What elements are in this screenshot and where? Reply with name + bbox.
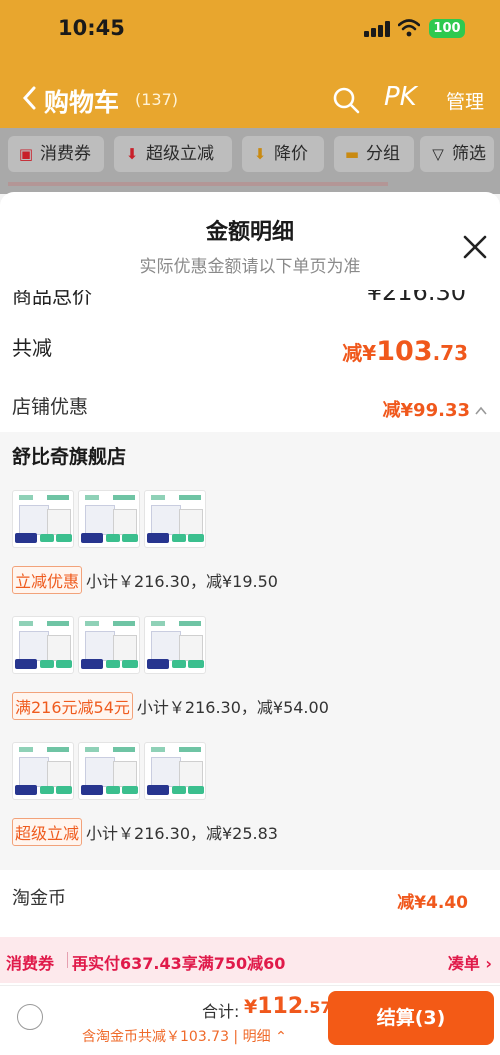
product-thumbnail[interactable] bbox=[12, 616, 74, 674]
product-thumbnail[interactable] bbox=[12, 490, 74, 548]
shop-discount-toggle[interactable]: 减¥99.33 bbox=[383, 396, 488, 422]
coupon-banner-divider bbox=[67, 952, 68, 968]
page-title: 购物车 bbox=[44, 88, 120, 117]
discount-group: 满216元减54元 小计￥216.30，减¥54.00 bbox=[12, 616, 492, 720]
filter-icon: ▽ bbox=[432, 145, 444, 163]
arrow-down-icon: ⬇ bbox=[125, 145, 139, 163]
total-discount-label: 共减 bbox=[12, 336, 52, 360]
chevron-up-icon bbox=[475, 406, 487, 415]
total-label: 合计: bbox=[202, 1002, 240, 1021]
discount-group: 立减优惠 小计￥216.30，减¥19.50 bbox=[12, 490, 492, 594]
promo-summary: 小计￥216.30，减¥19.50 bbox=[86, 572, 278, 591]
coupon-icon: ▣ bbox=[18, 145, 34, 163]
product-thumbnail[interactable] bbox=[144, 490, 206, 548]
product-thumbnail[interactable] bbox=[144, 742, 206, 800]
shop-discount-panel: 舒比奇旗舰店 立减优惠 小计￥216.30，减¥19.50 满216元减54元 小计… bbox=[0, 432, 500, 870]
add-items-link[interactable]: 凑单 › bbox=[448, 950, 492, 974]
coupon-banner-message: 再实付637.43享满750减60 bbox=[72, 954, 286, 973]
checkout-button[interactable]: 结算(3) bbox=[328, 991, 494, 1045]
promo-line: 超级立减 小计￥216.30，减¥25.83 bbox=[12, 818, 278, 846]
discount-group: 超级立减 小计￥216.30，减¥25.83 bbox=[12, 742, 492, 846]
app-header: 10:45 100 购物车 (137) PK 管理 bbox=[0, 0, 500, 128]
goods-total-row: 商品总价 ¥216.30 bbox=[0, 290, 500, 310]
promo-badge: 满216元减54元 bbox=[12, 692, 133, 720]
cart-count: (137) bbox=[135, 90, 179, 109]
status-bar: 10:45 100 bbox=[0, 14, 500, 44]
product-thumbnail[interactable] bbox=[12, 742, 74, 800]
coin-label: 淘金币 bbox=[12, 888, 66, 909]
filter-chip-group[interactable]: ▬ 分组 bbox=[334, 136, 414, 172]
filter-bar: ▣ 消费券 ⬇ 超级立减 ⬇ 降价 ▬ 分组 ▽ 筛选 bbox=[0, 128, 500, 180]
promo-summary: 小计￥216.30，减¥54.00 bbox=[136, 698, 329, 717]
manage-button[interactable]: 管理 bbox=[446, 87, 484, 114]
discount-detail-link[interactable]: 含淘金币共减￥103.73 | 明细 ⌃ bbox=[82, 1026, 287, 1046]
promo-badge: 超级立减 bbox=[12, 818, 83, 846]
price-drop-icon: ⬇ bbox=[253, 145, 267, 163]
total-discount-value: 减¥103.73 bbox=[342, 336, 468, 367]
checkout-bar: 合计: ¥112.57 含淘金币共减￥103.73 | 明细 ⌃ 结算(3) bbox=[0, 985, 500, 1055]
promo-summary: 小计￥216.30，减¥25.83 bbox=[86, 824, 278, 843]
promo-line: 立减优惠 小计￥216.30，减¥19.50 bbox=[12, 566, 278, 594]
wifi-icon bbox=[398, 19, 420, 37]
cellular-signal-icon bbox=[364, 21, 390, 37]
back-arrow-icon[interactable] bbox=[20, 84, 40, 112]
pk-button[interactable]: PK bbox=[384, 82, 417, 112]
select-all-radio[interactable] bbox=[17, 1004, 43, 1030]
promo-badge: 立减优惠 bbox=[12, 566, 83, 594]
search-icon[interactable] bbox=[332, 86, 360, 114]
battery-indicator: 100 bbox=[429, 19, 465, 38]
filter-chip-price-drop[interactable]: ⬇ 降价 bbox=[242, 136, 324, 172]
status-time: 10:45 bbox=[58, 16, 125, 40]
product-thumbnail[interactable] bbox=[144, 616, 206, 674]
cart-header: 购物车 (137) PK 管理 bbox=[0, 78, 500, 122]
filter-chip-super-discount[interactable]: ⬇ 超级立减 bbox=[114, 136, 232, 172]
filter-chip-coupon[interactable]: ▣ 消费券 bbox=[8, 136, 104, 172]
product-thumbnail[interactable] bbox=[78, 490, 140, 548]
sheet-title: 金额明细 bbox=[205, 220, 294, 245]
goods-total-label: 商品总价 bbox=[12, 290, 92, 308]
promo-line: 满216元减54元 小计￥216.30，减¥54.00 bbox=[12, 692, 329, 720]
coupon-banner[interactable]: 消费券 再实付637.43享满750减60 凑单 › bbox=[0, 937, 500, 983]
product-thumbnail[interactable] bbox=[78, 742, 140, 800]
shop-discount-label: 店铺优惠 bbox=[12, 396, 89, 418]
coin-discount-value: 减¥4.40 bbox=[397, 893, 468, 913]
shop-name: 舒比奇旗舰店 bbox=[12, 446, 127, 468]
goods-total-value: ¥216.30 bbox=[366, 290, 466, 306]
filter-chip-filter[interactable]: ▽ 筛选 bbox=[420, 136, 494, 172]
amount-detail-sheet: 金额明细 实际优惠金额请以下单页为准 商品总价 ¥216.30 共减 减¥103… bbox=[0, 192, 500, 1055]
close-icon[interactable] bbox=[460, 232, 490, 262]
product-thumbnail[interactable] bbox=[78, 616, 140, 674]
folder-icon: ▬ bbox=[344, 145, 360, 163]
coupon-banner-label: 消费券 bbox=[6, 954, 55, 973]
chevron-up-icon: ⌃ bbox=[275, 1029, 287, 1045]
sheet-subtitle: 实际优惠金额请以下单页为准 bbox=[139, 257, 361, 277]
total-amount: ¥112.57 bbox=[244, 994, 332, 1019]
